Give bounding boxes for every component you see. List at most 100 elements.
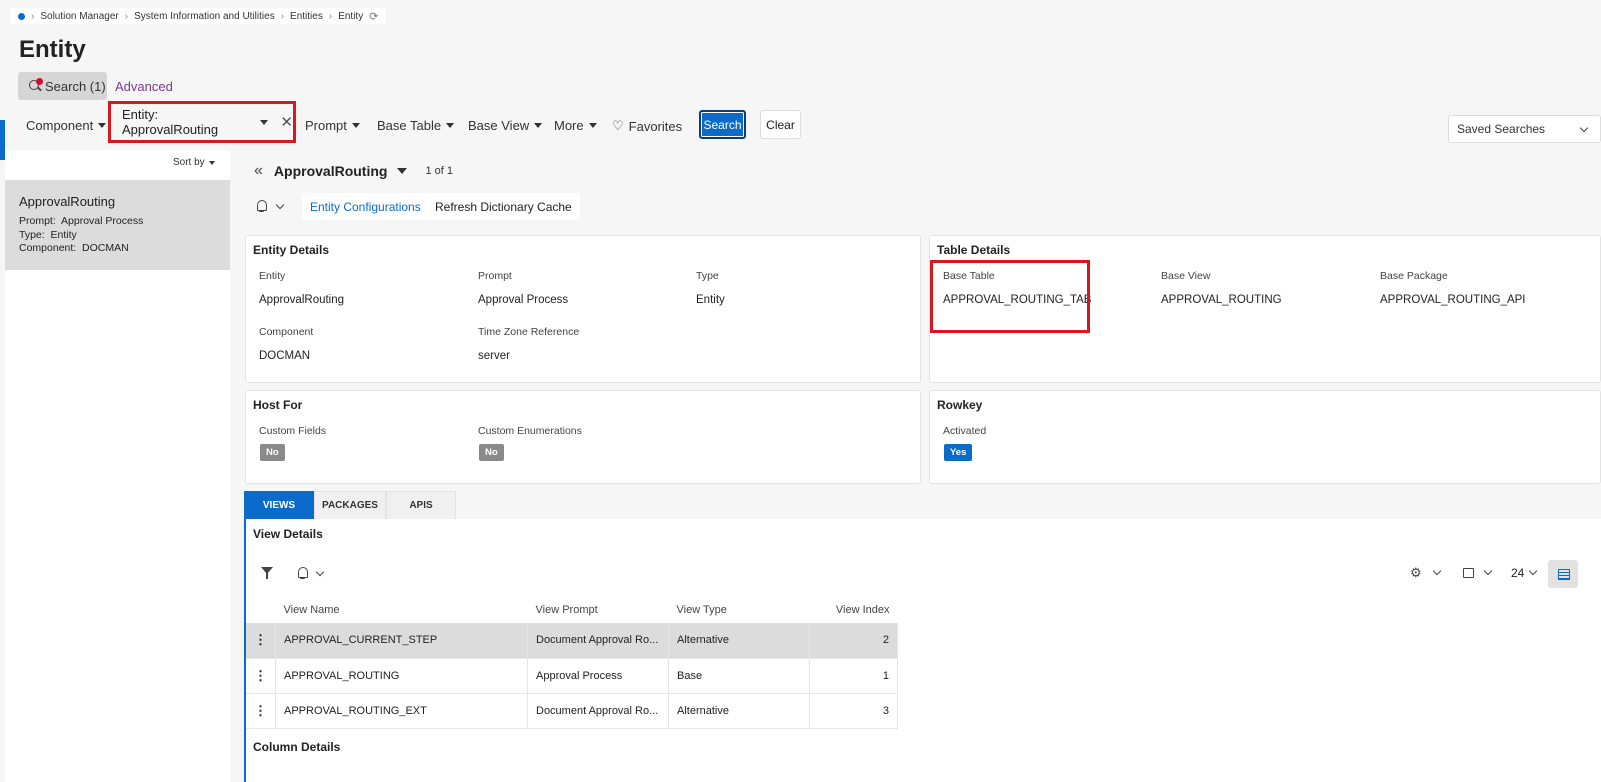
table-details-title: Table Details [937,243,1011,257]
component-label: Component [259,326,314,338]
view-prompt-cell: Document Approval Ro... [527,693,669,729]
more-filter-label: More [554,118,584,133]
refresh-dictionary-cache-button[interactable]: Refresh Dictionary Cache [427,193,580,220]
base-package-value: APPROVAL_ROUTING_API [1380,294,1526,306]
type-value: Entity [696,294,725,306]
list-item-prompt: Prompt: Approval Process [19,215,144,227]
prompt-value: Approval Process [478,294,569,306]
tab-apis[interactable]: APIS [386,491,456,520]
favorites-filter[interactable]: ♡ Favorites [612,118,682,134]
record-title[interactable]: ApprovalRouting [274,163,388,179]
view-index-cell: 2 [809,623,898,659]
caret-down-icon [351,123,360,128]
search-icon [28,78,43,93]
page-size-selector[interactable]: 24 [1511,566,1524,580]
entity-details-title: Entity Details [253,243,330,257]
gear-icon[interactable]: ⚙ [1410,565,1422,581]
caret-down-icon [588,123,597,128]
advanced-search-link[interactable]: Advanced [115,79,173,94]
bell-icon[interactable] [296,566,310,580]
table-row[interactable]: ⋮ APPROVAL_ROUTING Approval Process Base… [246,658,898,694]
list-item-type: Type: Entity [19,228,77,241]
column-header-view-name[interactable]: View Name [276,596,528,623]
prompt-filter[interactable]: Prompt [305,118,360,133]
breadcrumb: › Solution Manager › System Information … [10,8,387,24]
breadcrumb-item-solution-manager[interactable]: Solution Manager [40,11,118,22]
base-package-label: Base Package [1380,270,1448,282]
saved-searches-dropdown[interactable]: Saved Searches [1448,115,1601,143]
close-icon[interactable]: ✕ [280,113,293,131]
rowkey-card: Rowkey Activated Yes [929,390,1601,484]
base-view-filter[interactable]: Base View [468,118,543,133]
search-button[interactable]: Search [699,110,746,139]
notifications-menu[interactable] [255,199,285,213]
entity-value: ApprovalRouting [259,294,345,306]
caret-down-icon [98,123,107,128]
breadcrumb-item-system-info[interactable]: System Information and Utilities [134,11,275,22]
refresh-icon[interactable]: ⟳ [369,10,378,23]
custom-fields-badge: No [260,444,285,461]
view-type-cell: Base [668,658,810,694]
view-name-cell: APPROVAL_ROUTING [275,658,528,694]
search-tab[interactable]: Search (1) [18,72,107,100]
sort-by-button[interactable]: Sort by [173,157,215,168]
more-filter[interactable]: More [554,118,597,133]
entity-label: Entity [259,270,286,282]
view-index-cell: 3 [809,693,898,729]
time-zone-label: Time Zone Reference [478,326,580,338]
collapse-panel-icon[interactable]: « [254,162,263,180]
list-item-component: Component: DOCMAN [19,242,129,254]
record-count: 1 of 1 [425,165,453,177]
row-menu-icon[interactable]: ⋮ [246,658,276,694]
base-table-filter[interactable]: Base Table [377,118,455,133]
base-table-filter-label: Base Table [377,118,442,133]
base-view-filter-label: Base View [468,118,530,133]
caret-down-icon[interactable] [397,168,408,174]
custom-enumerations-label: Custom Enumerations [478,425,582,437]
heart-icon: ♡ [612,118,624,133]
component-filter[interactable]: Component [26,118,107,133]
column-header-view-index[interactable]: View Index [810,596,898,623]
column-header-view-type[interactable]: View Type [669,596,810,623]
chevron-down-icon [1579,123,1589,132]
entity-configurations-button[interactable]: Entity Configurations [302,193,429,220]
table-row[interactable]: ⋮ APPROVAL_CURRENT_STEP Document Approva… [246,623,898,659]
saved-searches-label: Saved Searches [1457,122,1546,136]
chevron-down-icon [275,200,285,209]
export-icon[interactable] [1463,568,1474,578]
tab-views[interactable]: VIEWS [244,491,314,520]
caret-down-icon [446,123,455,128]
table-row[interactable]: ⋮ APPROVAL_ROUTING_EXT Document Approval… [246,693,898,729]
view-details-table: View Name View Prompt View Type View Ind… [246,596,898,729]
filter-icon[interactable] [261,566,275,580]
view-index-cell: 1 [809,658,898,694]
time-zone-value: server [478,350,510,362]
activated-badge: Yes [944,444,973,461]
search-tab-label: Search (1) [45,78,106,94]
prompt-label: Prompt [478,270,512,282]
row-menu-icon[interactable]: ⋮ [246,623,276,659]
row-menu-icon[interactable]: ⋮ [246,693,276,729]
entity-details-card: Entity Details Entity ApprovalRouting Pr… [245,235,921,383]
home-icon[interactable] [18,12,25,20]
table-view-icon[interactable] [1548,560,1578,588]
detail-header: « ApprovalRouting 1 of 1 [254,162,453,180]
list-item[interactable]: ApprovalRouting Prompt: Approval Process… [5,180,230,270]
host-for-card: Host For Custom Fields No Custom Enumera… [245,390,921,484]
tab-packages[interactable]: PACKAGES [314,491,386,520]
clear-button[interactable]: Clear [760,110,801,139]
view-prompt-cell: Approval Process [527,658,669,694]
column-details-title: Column Details [253,740,341,754]
view-details-title: View Details [253,527,323,541]
caret-down-icon[interactable] [260,119,269,125]
entity-filter-chip[interactable]: Entity: ApprovalRouting ✕ [108,101,296,143]
table-details-card: Table Details Base Table APPROVAL_ROUTIN… [929,235,1601,383]
view-name-cell: APPROVAL_CURRENT_STEP [275,623,528,659]
page-title: Entity [19,36,86,63]
notification-dot [36,78,43,85]
caret-down-icon [208,160,215,165]
column-header-actions [246,596,276,623]
column-header-view-prompt[interactable]: View Prompt [528,596,669,623]
entity-filter-label: Entity: ApprovalRouting [122,107,219,137]
breadcrumb-item-entities[interactable]: Entities [290,11,323,22]
